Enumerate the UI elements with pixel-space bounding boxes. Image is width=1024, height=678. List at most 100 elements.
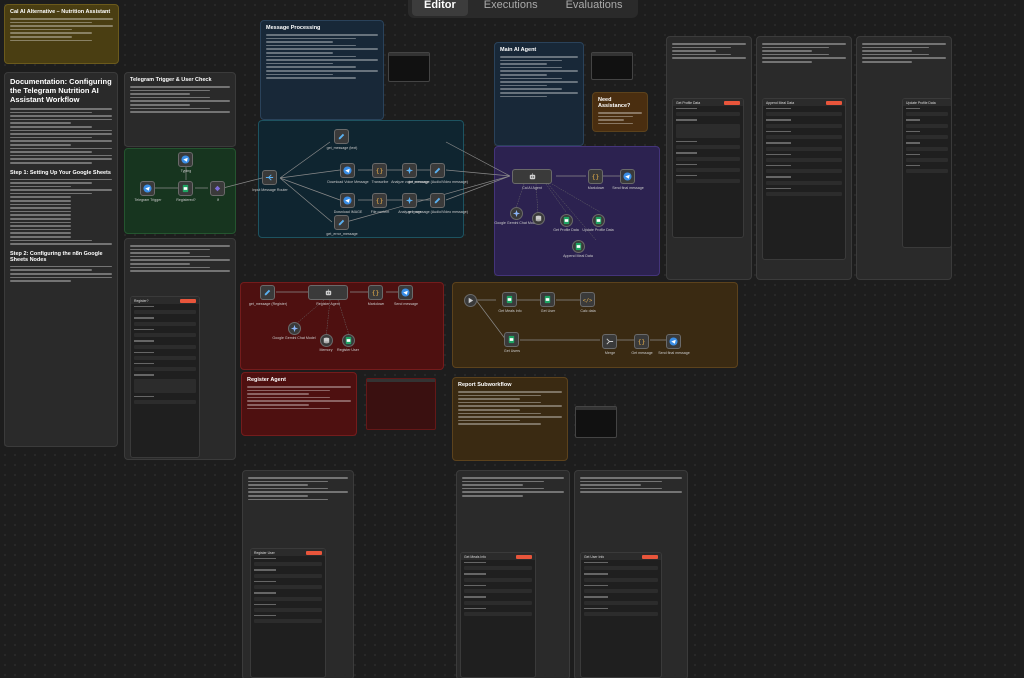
memory-register-node[interactable]	[320, 334, 333, 347]
sticky-need-assistance[interactable]: Need Assistance?	[592, 92, 648, 132]
panel-title: Register?	[134, 298, 149, 303]
node-label: Telegram Trigger	[134, 198, 162, 202]
robot-icon	[529, 173, 535, 180]
sticky-cal-ai-title: Cal AI Alternative – Nutrition Assistant	[10, 9, 111, 15]
send-final-message-node[interactable]	[620, 169, 635, 184]
register-agent-node[interactable]	[308, 285, 348, 300]
sticky-register-agent[interactable]: Register Agent	[241, 372, 357, 436]
get-message-text-node[interactable]	[334, 129, 349, 144]
edit-icon	[434, 197, 441, 204]
node-label: get_message (Audio/Video message)	[408, 180, 468, 184]
edit-icon	[264, 289, 271, 296]
node-label: Get User	[540, 309, 556, 313]
gemini-chat-model-node[interactable]	[510, 207, 523, 220]
node-label: Registered?	[176, 198, 196, 202]
execute-step-button[interactable]	[306, 550, 322, 555]
node-label: File content	[370, 210, 390, 214]
typing-node[interactable]	[178, 152, 193, 167]
get-profile-data-node[interactable]	[560, 214, 573, 227]
merge-node[interactable]	[602, 334, 617, 349]
main-ai-agent-title: Main AI Agent	[500, 47, 537, 53]
markdown-node[interactable]: {}	[588, 169, 603, 184]
sticky-cal-ai-alternative[interactable]: Cal AI Alternative – Nutrition Assistant	[4, 4, 119, 64]
tab-editor[interactable]: Editor	[412, 0, 468, 16]
input-message-router-node[interactable]	[262, 170, 277, 185]
execute-step-button[interactable]	[180, 298, 196, 303]
markdown-register-node[interactable]: {}	[368, 285, 383, 300]
panel-title: Get Profile Data	[676, 100, 701, 105]
registered-node[interactable]	[178, 181, 193, 196]
sticky-telegram-trigger[interactable]: Telegram Trigger & User Check	[124, 72, 236, 147]
report-trigger-node[interactable]	[464, 294, 477, 307]
get-error-message-node[interactable]	[334, 215, 349, 230]
panel-title: Update Profile Data	[906, 100, 936, 105]
calc-data-node[interactable]: </>	[580, 292, 595, 307]
google-sheets-icon	[508, 335, 515, 344]
get-message-image-node[interactable]	[430, 193, 445, 208]
node-label: get_message (Audio/Video message)	[408, 210, 468, 214]
execute-step-button[interactable]	[826, 100, 842, 105]
gemini-icon	[290, 324, 299, 333]
file-content-node[interactable]: {}	[372, 193, 387, 208]
google-sheets-icon	[506, 295, 513, 304]
svg-text:{}: {}	[376, 168, 384, 175]
node-label: If	[217, 198, 219, 202]
top-tab-bar: Editor Executions Evaluations	[408, 0, 639, 18]
google-sheets-icon	[345, 336, 352, 345]
telegram-icon	[669, 337, 678, 346]
sticky-report-subworkflow[interactable]: Report Subworkflow	[452, 377, 568, 461]
panel-get-users[interactable]: Get User Info	[580, 552, 662, 678]
google-sheets-icon	[595, 216, 602, 225]
get-message-register-node[interactable]	[260, 285, 275, 300]
execute-step-button[interactable]	[724, 100, 740, 105]
execute-step-button[interactable]	[516, 554, 532, 559]
update-profile-data-node[interactable]	[592, 214, 605, 227]
analyze-voice-node[interactable]	[402, 163, 417, 178]
code-braces-icon: {}	[372, 290, 380, 297]
tab-executions[interactable]: Executions	[472, 0, 550, 16]
code-braces-icon: {}	[376, 198, 384, 205]
sticky-main-ai-agent[interactable]: Main AI Agent	[494, 42, 584, 146]
sticky-message-processing[interactable]: Message Processing	[260, 20, 384, 120]
if-node[interactable]	[210, 181, 225, 196]
panel-append-meal[interactable]: Append Meal Data	[762, 98, 846, 260]
svg-text:{}: {}	[372, 290, 380, 297]
doc-step2: Step 2: Configuring the n8n Google Sheet…	[10, 250, 103, 263]
cal-ai-agent-node[interactable]	[512, 169, 552, 184]
panel-get-meals[interactable]: Get Meals Info	[460, 552, 536, 678]
sticky-report-group[interactable]	[452, 282, 738, 368]
register-user-node[interactable]	[342, 334, 355, 347]
get-users-node[interactable]	[504, 332, 519, 347]
node-label: Markdown	[367, 302, 385, 306]
send-message-node[interactable]	[398, 285, 413, 300]
download-voice-node[interactable]	[340, 163, 355, 178]
sticky-documentation[interactable]: Documentation: Configuring the Telegram …	[4, 72, 118, 447]
node-label: Send final message	[612, 186, 644, 190]
node-label: Cal AI Agent	[522, 186, 542, 190]
tab-evaluations[interactable]: Evaluations	[554, 0, 635, 16]
transcribe-node[interactable]: {}	[372, 163, 387, 178]
workflow-canvas[interactable]: Editor Executions Evaluations Cal AI Alt…	[0, 0, 1024, 678]
panel-profile-data[interactable]: Get Profile Data	[672, 98, 744, 238]
send-final-message-report-node[interactable]	[666, 334, 681, 349]
memory-node[interactable]	[532, 212, 545, 225]
panel-update-profile[interactable]: Update Profile Data	[902, 98, 952, 248]
edit-icon	[338, 133, 345, 140]
get-message-audio-node[interactable]	[430, 163, 445, 178]
telegram-trigger-node[interactable]	[140, 181, 155, 196]
sticky-message-router-group[interactable]	[258, 120, 464, 238]
get-meals-info-node[interactable]	[502, 292, 517, 307]
download-image-node[interactable]	[340, 193, 355, 208]
analyze-image-node[interactable]	[402, 193, 417, 208]
get-message-report-node[interactable]: {}	[634, 334, 649, 349]
panel-register-check[interactable]: Register?	[130, 296, 200, 458]
svg-text:{}: {}	[376, 198, 384, 205]
panel-register-user[interactable]: Register User	[250, 548, 326, 678]
append-meal-data-node[interactable]	[572, 240, 585, 253]
gemini-register-node[interactable]	[288, 322, 301, 335]
screenshot-thumbnail	[366, 378, 436, 430]
node-label: Download Voice Message	[327, 180, 369, 184]
execute-step-button[interactable]	[642, 554, 658, 559]
screenshot-thumbnail	[575, 406, 617, 438]
get-user-node[interactable]	[540, 292, 555, 307]
